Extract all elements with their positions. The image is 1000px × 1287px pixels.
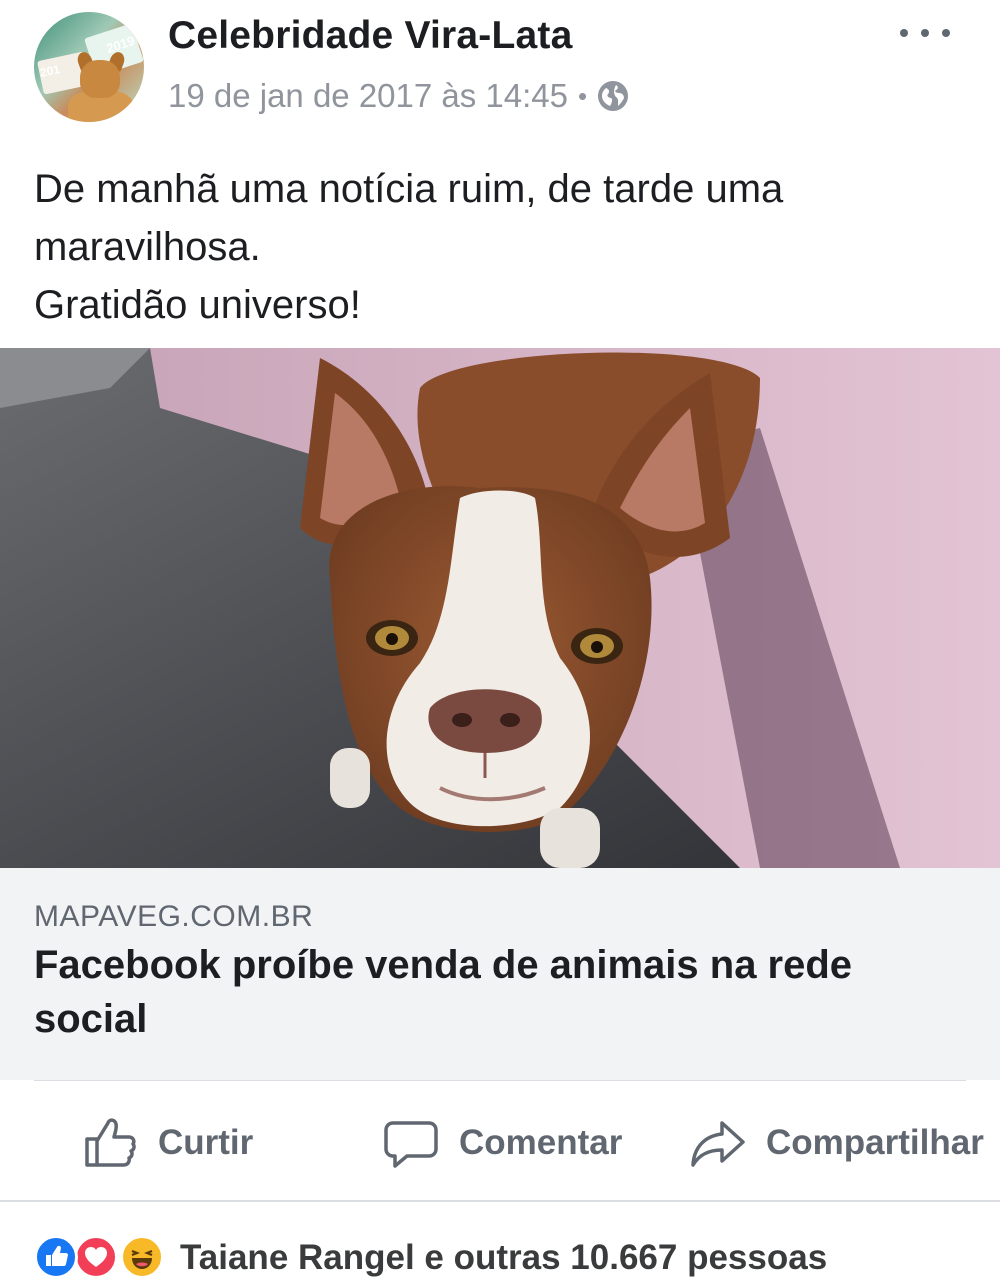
- post-text-line: De manhã uma notícia ruim, de tarde uma: [34, 167, 784, 211]
- post-header: 2019 201 Celebridade Vira-Lata 19 de jan…: [0, 0, 1000, 140]
- divider: [34, 1080, 966, 1081]
- share-button[interactable]: Compartilhar: [690, 1095, 984, 1190]
- post-message: De manhã uma notícia ruim, de tarde uma …: [34, 160, 974, 334]
- like-reaction-icon: [34, 1235, 78, 1279]
- comment-icon: [384, 1120, 438, 1168]
- love-reaction-icon: [74, 1235, 118, 1279]
- link-title[interactable]: Facebook proíbe venda de animais na rede…: [34, 938, 934, 1046]
- post-text-line: Gratidão universo!: [34, 283, 361, 327]
- meta-separator: •: [578, 80, 588, 111]
- divider: [0, 1200, 1000, 1202]
- haha-reaction-icon: [120, 1235, 164, 1279]
- like-button[interactable]: Curtir: [82, 1095, 253, 1190]
- reactions-bar[interactable]: Taiane Rangel e outras 10.667 pessoas: [34, 1230, 827, 1286]
- comment-button[interactable]: Comentar: [383, 1095, 622, 1190]
- more-options-icon[interactable]: [900, 18, 950, 48]
- globe-icon: [597, 80, 629, 112]
- page-avatar[interactable]: 2019 201: [34, 12, 144, 122]
- link-preview-image[interactable]: [0, 348, 1000, 868]
- page-name[interactable]: Celebridade Vira-Lata: [168, 14, 572, 58]
- link-domain: MAPAVEG.COM.BR: [34, 900, 314, 933]
- post-timestamp[interactable]: 19 de jan de 2017 às 14:45: [168, 77, 568, 115]
- comment-label: Comentar: [459, 1122, 623, 1162]
- share-label: Compartilhar: [766, 1122, 984, 1162]
- post-meta: 19 de jan de 2017 às 14:45 •: [168, 76, 629, 116]
- reaction-icons: [34, 1233, 170, 1283]
- like-label: Curtir: [158, 1122, 254, 1162]
- share-arrow-icon: [691, 1120, 745, 1167]
- post-actions: Curtir Comentar Compartilhar: [0, 1095, 1000, 1190]
- post-text-line: maravilhosa.: [34, 225, 261, 269]
- reaction-summary[interactable]: Taiane Rangel e outras 10.667 pessoas: [180, 1238, 827, 1278]
- thumbs-up-icon: [85, 1117, 136, 1167]
